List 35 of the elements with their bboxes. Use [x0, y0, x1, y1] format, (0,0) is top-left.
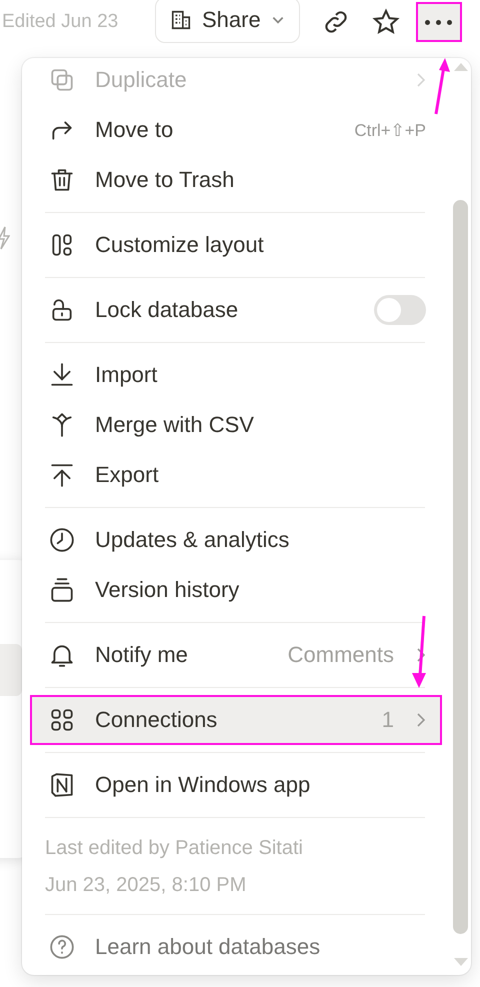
star-icon[interactable]	[372, 8, 400, 36]
menu-item[interactable]: Open in Windows app	[30, 760, 442, 810]
info-text: Jun 23, 2025, 8:10 PM	[45, 874, 248, 897]
caret-icon	[270, 15, 285, 25]
menu-item[interactable]: Version history	[30, 565, 442, 615]
lightning-icon	[0, 226, 10, 250]
menu-item[interactable]: Updates & analytics	[30, 515, 442, 565]
scroll-up-icon[interactable]	[452, 62, 468, 72]
scroll-down-icon[interactable]	[452, 957, 468, 967]
download-icon	[49, 362, 75, 388]
menu-item[interactable]: Import	[30, 350, 442, 400]
help-icon	[49, 934, 75, 960]
menu-item[interactable]: Learn about databases	[30, 922, 442, 972]
edited-date: Edited Jun 23	[2, 11, 120, 33]
upload-icon	[49, 462, 75, 488]
menu-item[interactable]: Export	[30, 450, 442, 500]
scrollbar-thumb[interactable]	[453, 200, 468, 934]
menu-item[interactable]: Move to Trash	[30, 155, 442, 205]
app-logo-icon	[49, 772, 75, 798]
menu-item[interactable]: Notify me Comments	[30, 630, 442, 680]
share-button[interactable]: Share	[155, 0, 300, 43]
stack-icon	[49, 577, 75, 603]
clock-icon	[49, 527, 75, 553]
info-text: Last edited by Patience Sitati	[45, 837, 304, 860]
duplicate-icon	[49, 67, 75, 93]
menu-item[interactable]: Lock database	[30, 285, 442, 335]
trash-icon	[49, 167, 75, 193]
more-button[interactable]	[416, 2, 462, 42]
menu-item[interactable]: Customize layout	[30, 220, 442, 270]
menu-item[interactable]: Merge with CSV	[30, 400, 442, 450]
grid-icon	[49, 707, 75, 733]
menu-item[interactable]: Connections 1	[30, 695, 442, 745]
menu-item[interactable]: Move to Ctrl+⇧+P	[30, 105, 442, 155]
toggle-switch[interactable]	[374, 295, 426, 325]
building-icon	[170, 9, 192, 31]
